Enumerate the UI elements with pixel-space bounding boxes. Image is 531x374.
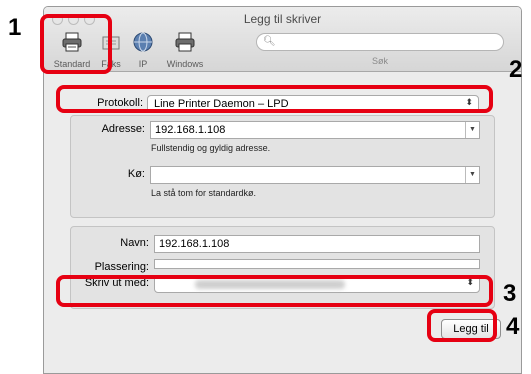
window-title: Legg til skriver (243, 12, 322, 26)
callout-box-4 (427, 309, 497, 342)
chevron-down-icon[interactable]: ▼ (465, 122, 479, 138)
toolbar-windows-label: Windows (166, 59, 204, 69)
address-label: Adresse: (101, 123, 145, 135)
titlebar: Legg til skriver Standard Faks IP Window… (44, 7, 521, 72)
toolbar-windows[interactable]: Windows (162, 29, 208, 69)
callout-box-3 (56, 275, 493, 307)
callout-number-3: 3 (503, 280, 517, 307)
callout-number-1: 1 (8, 14, 22, 41)
name-value: 192.168.1.108 (159, 238, 230, 250)
globe-icon (133, 32, 153, 52)
windows-printer-icon (175, 32, 195, 52)
callout-number-4: 4 (506, 313, 520, 340)
name-label: Navn: (120, 237, 149, 249)
connection-group: Adresse: 192.168.1.108 ▼ Fullstendig og … (70, 115, 495, 218)
callout-box-1 (40, 14, 112, 74)
callout-box-2 (56, 85, 493, 113)
address-field[interactable]: 192.168.1.108 ▼ (150, 121, 480, 139)
location-label: Plassering: (94, 261, 149, 273)
search-icon: 🔍︎ (263, 36, 276, 47)
name-field[interactable]: 192.168.1.108 (154, 235, 480, 253)
search-input[interactable]: 🔍︎ (256, 33, 504, 51)
address-value: 192.168.1.108 (155, 124, 226, 136)
queue-label: Kø: (127, 168, 145, 180)
callout-number-2: 2 (509, 56, 523, 83)
address-hint: Fullstendig og gyldig adresse. (151, 143, 271, 153)
search-label: Søk (371, 56, 388, 66)
queue-field[interactable]: ▼ (150, 166, 480, 184)
queue-hint: La stå tom for standardkø. (151, 188, 257, 198)
chevron-down-icon[interactable]: ▼ (465, 167, 479, 183)
toolbar-ip[interactable]: IP (128, 29, 158, 69)
location-field[interactable] (154, 259, 480, 269)
toolbar-ip-label: IP (138, 59, 148, 69)
